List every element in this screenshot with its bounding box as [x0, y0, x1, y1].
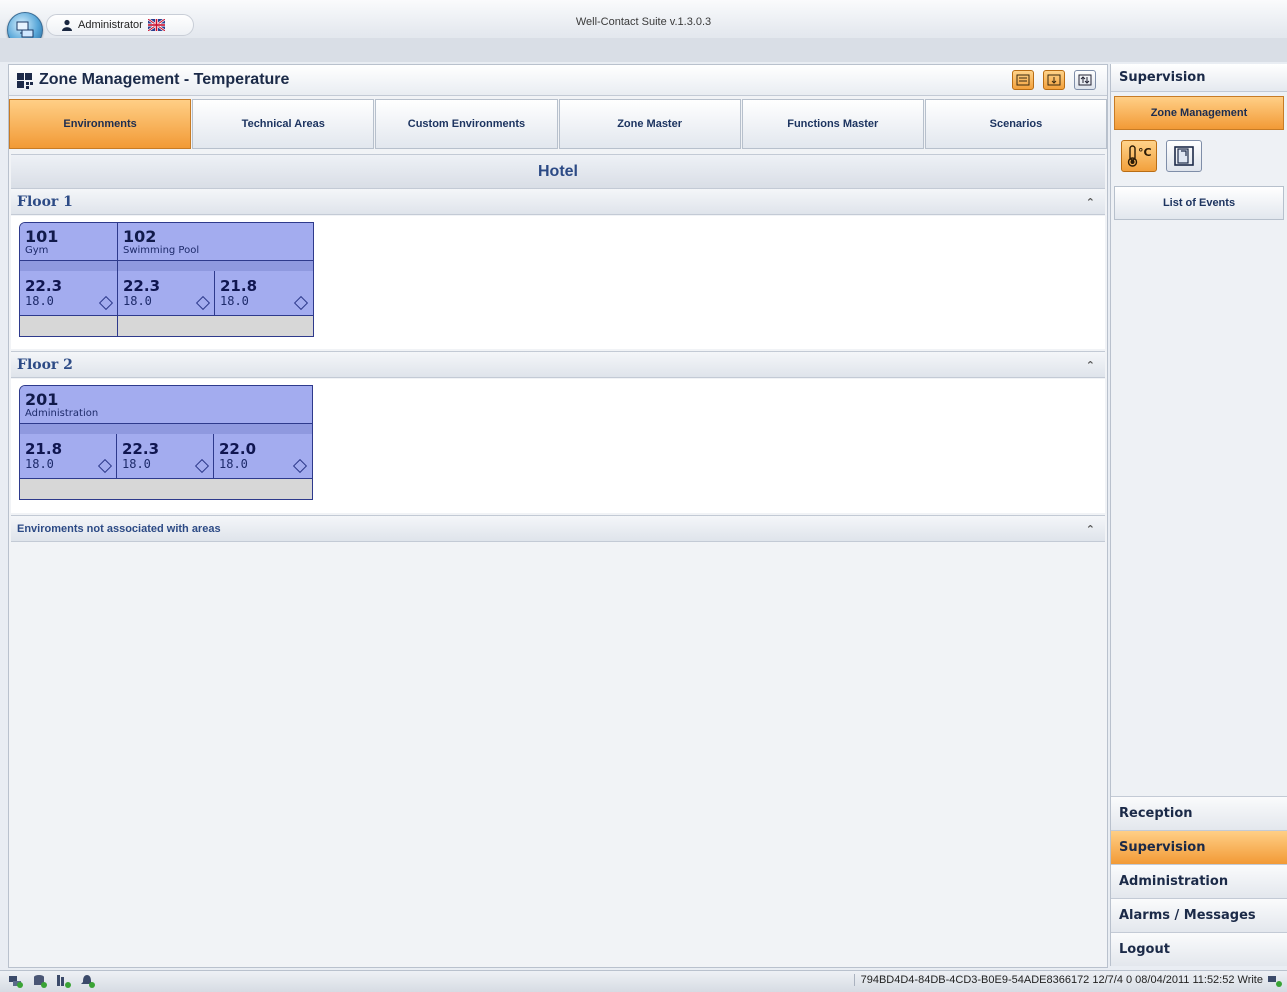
svg-text:°C: °C	[1138, 146, 1152, 159]
unassociated-label: Enviroments not associated with areas	[17, 523, 221, 535]
floor-header-1[interactable]: Floor 1 ⌃	[11, 188, 1105, 215]
room-number: 201	[25, 390, 59, 409]
floor-name: Floor 1	[17, 194, 73, 210]
nav-administration[interactable]: Administration	[1111, 864, 1287, 898]
sidebar: Supervision Zone Management °C List of E…	[1110, 64, 1287, 966]
thermometer-celsius-icon: °C	[1127, 145, 1152, 167]
sort-down-icon	[1047, 74, 1061, 86]
temperature-reading[interactable]: 22.3 18.0	[117, 434, 214, 478]
room-name: Swimming Pool	[123, 245, 200, 256]
floor-area-1: 101 Gym 22.3 18.0 102 Swimming Pool 22.3…	[11, 216, 1105, 349]
zone-grid-icon	[17, 73, 33, 89]
page-title: Zone Management - Temperature	[39, 71, 290, 88]
room-group: 201 Administration 21.8 18.0 22.3 18.0 2…	[19, 385, 313, 500]
room-card-101[interactable]: 101 Gym 22.3 18.0	[20, 223, 118, 336]
sort-down-button[interactable]	[1043, 70, 1065, 90]
tab-custom-environments[interactable]: Custom Environments	[375, 99, 558, 149]
current-temperature: 22.0	[219, 440, 257, 458]
current-temperature: 22.3	[123, 277, 161, 295]
nav-supervision[interactable]: Supervision	[1111, 830, 1287, 864]
collapse-icon[interactable]: ⌃	[1086, 189, 1095, 216]
temperature-view-button[interactable]: °C	[1121, 140, 1157, 172]
alarm-status-icon[interactable]	[80, 974, 96, 988]
temperature-reading[interactable]: 21.8 18.0	[20, 434, 117, 478]
tab-technical-areas[interactable]: Technical Areas	[192, 99, 375, 149]
name-view-button[interactable]	[1012, 70, 1034, 90]
tab-bar: Environments Technical Areas Custom Envi…	[9, 99, 1108, 149]
unassociated-header[interactable]: Enviroments not associated with areas ⌃	[11, 515, 1105, 542]
temperature-reading[interactable]: 21.8 18.0	[215, 271, 312, 315]
sort-updown-button[interactable]	[1074, 70, 1096, 90]
room-number: 101	[25, 227, 59, 246]
zone-management-button[interactable]: Zone Management	[1114, 96, 1284, 130]
floor-name: Floor 2	[17, 357, 73, 373]
door-icon	[1174, 146, 1194, 166]
connection-status-icon[interactable]	[1267, 974, 1283, 988]
name-view-icon	[1016, 74, 1030, 86]
status-bar: 794BD4D4-84DB-4CD3-B0E9-54ADE8366172 12/…	[0, 970, 1287, 992]
door-view-button[interactable]	[1166, 140, 1202, 172]
building-title: Hotel	[11, 154, 1105, 189]
status-icons	[8, 974, 96, 988]
network-status-icon[interactable]	[8, 974, 24, 988]
tab-zone-master[interactable]: Zone Master	[558, 99, 741, 149]
main-panel: Zone Management - Temperature Environmen…	[8, 64, 1108, 968]
room-card-201[interactable]: 201 Administration 21.8 18.0 22.3 18.0 2…	[20, 386, 312, 499]
database-status-icon[interactable]	[32, 974, 48, 988]
title-sub-bar	[0, 38, 1287, 62]
room-number: 102	[123, 227, 157, 246]
nav-reception[interactable]: Reception	[1111, 796, 1287, 830]
tab-environments[interactable]: Environments	[9, 99, 192, 149]
current-temperature: 21.8	[25, 440, 63, 458]
status-text: 794BD4D4-84DB-4CD3-B0E9-54ADE8366172 12/…	[853, 974, 1263, 986]
collapse-icon[interactable]: ⌃	[1086, 516, 1095, 543]
room-name: Administration	[25, 408, 99, 419]
list-of-events-button[interactable]: List of Events	[1114, 186, 1284, 220]
room-card-102[interactable]: 102 Swimming Pool 22.3 18.0 21.8 18.0	[118, 223, 313, 336]
temperature-reading[interactable]: 22.3 18.0	[20, 271, 117, 315]
sort-updown-icon	[1078, 74, 1092, 86]
main-navigation: Reception Supervision Administration Ala…	[1111, 796, 1287, 966]
floor-area-2: 201 Administration 21.8 18.0 22.3 18.0 2…	[11, 379, 1105, 513]
nav-alarms-messages[interactable]: Alarms / Messages	[1111, 898, 1287, 932]
current-temperature: 21.8	[220, 277, 258, 295]
current-temperature: 22.3	[25, 277, 63, 295]
window-title: Well-Contact Suite v.1.3.0.3	[575, 16, 712, 28]
current-temperature: 22.3	[122, 440, 160, 458]
floor-header-2[interactable]: Floor 2 ⌃	[11, 351, 1105, 378]
temperature-reading[interactable]: 22.0 18.0	[214, 434, 311, 478]
bus-status-icon[interactable]	[56, 974, 72, 988]
tab-functions-master[interactable]: Functions Master	[741, 99, 924, 149]
collapse-icon[interactable]: ⌃	[1086, 352, 1095, 379]
room-group: 101 Gym 22.3 18.0 102 Swimming Pool 22.3…	[19, 222, 314, 337]
sidebar-title: Supervision	[1111, 64, 1287, 92]
nav-logout[interactable]: Logout	[1111, 932, 1287, 966]
tab-scenarios[interactable]: Scenarios	[924, 99, 1108, 149]
panel-header: Zone Management - Temperature	[9, 65, 1107, 96]
room-name: Gym	[25, 245, 49, 256]
temperature-reading[interactable]: 22.3 18.0	[118, 271, 215, 315]
